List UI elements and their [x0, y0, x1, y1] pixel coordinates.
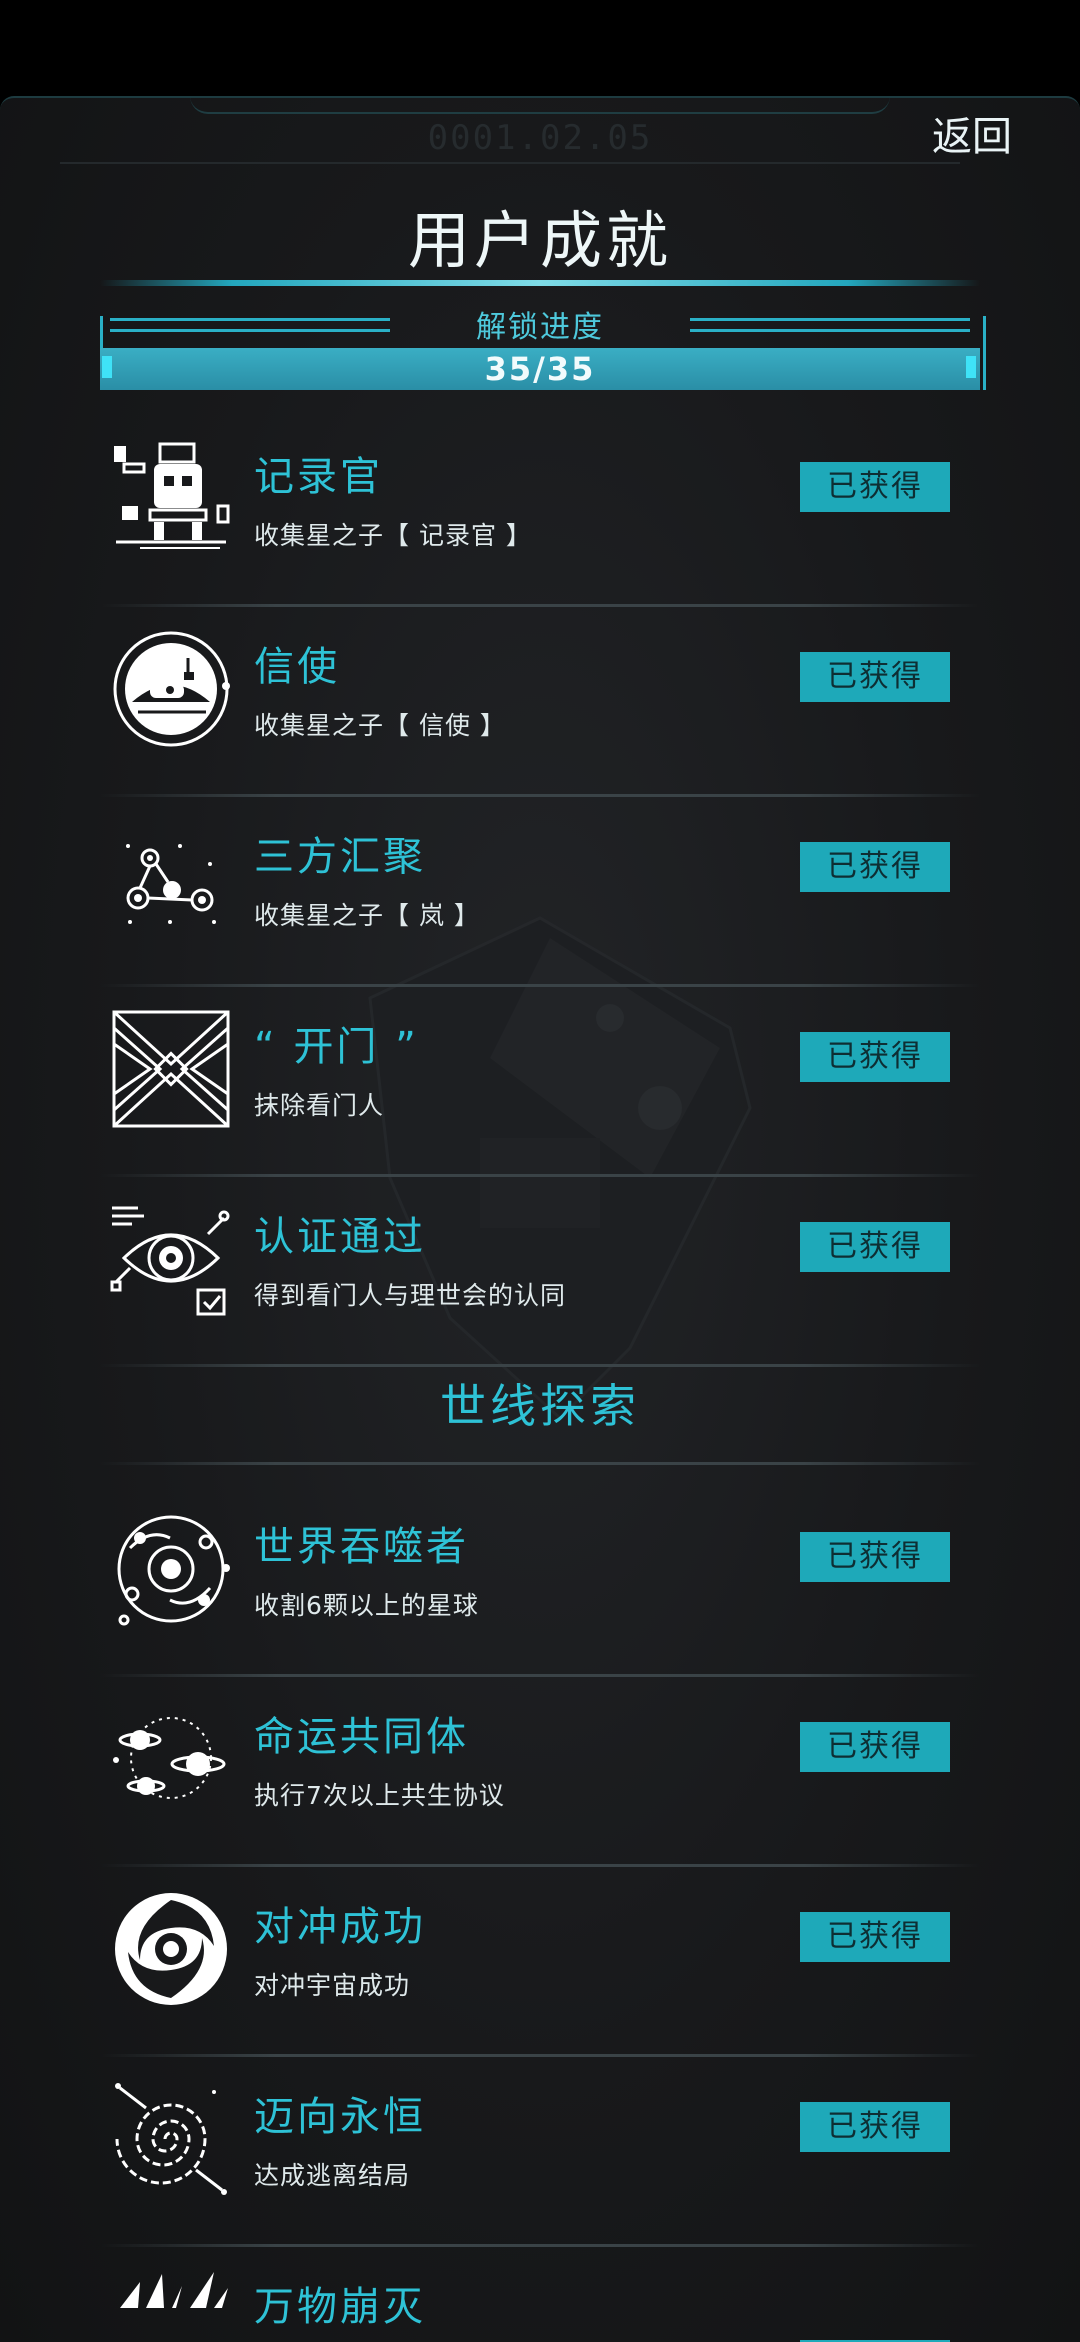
achievement-item: 三方汇聚 收集星之子【 岚 】 已获得 [100, 796, 980, 987]
achievement-item: 命运共同体 执行7次以上共生协议 已获得 [100, 1676, 980, 1867]
achievement-desc: 对冲宇宙成功 [254, 1971, 411, 2000]
progress-cap-right [966, 356, 976, 378]
progress-cap-left [102, 356, 112, 378]
status-badge: 已获得 [800, 1722, 950, 1772]
achievement-item: 万物崩灭 [100, 2246, 980, 2342]
achievement-name: 对冲成功 [254, 1904, 426, 1950]
section-divider [100, 1462, 980, 1465]
achievement-name: 记录官 [254, 454, 383, 500]
header-divider [60, 162, 960, 164]
achievement-name: 世界吞噬者 [254, 1524, 469, 1570]
door-icon [112, 1010, 230, 1128]
achievement-desc: 收集星之子【 信使 】 [254, 711, 506, 740]
achievement-name: 认证通过 [254, 1214, 426, 1260]
achievement-panel: 0001.02.05 返回 用户成就 解锁进度 35/35 记录官 收集星之子【… [0, 96, 1080, 2342]
achievement-desc: 收集星之子【 记录官 】 [254, 521, 532, 550]
achievement-desc: 得到看门人与理世会的认同 [254, 1281, 567, 1310]
progress-value: 35/35 [484, 350, 596, 388]
back-button[interactable]: 返回 [924, 112, 1020, 162]
achievement-item: “ 开门 ” 抹除看门人 已获得 [100, 986, 980, 1177]
divider [100, 1364, 980, 1367]
section-title: 世线探索 [440, 1379, 640, 1433]
progress-bar: 35/35 [100, 348, 980, 390]
status-bar [0, 0, 1080, 96]
messenger-ship-icon [113, 631, 230, 747]
title-rule [100, 280, 980, 286]
achievement-item: 信使 收集星之子【 信使 】 已获得 [100, 606, 980, 797]
progress-label: 解锁进度 [476, 310, 604, 345]
status-badge: 已获得 [800, 462, 950, 512]
achievement-item: 世界吞噬者 收割6颗以上的星球 已获得 [100, 1486, 980, 1677]
status-badge: 已获得 [800, 1912, 950, 1962]
constellation-icon [126, 844, 216, 924]
orbit-planets-icon [113, 1717, 226, 1799]
achievement-item: 对冲成功 对冲宇宙成功 已获得 [100, 1866, 980, 2057]
panel-notch [190, 98, 890, 114]
spiral-galaxy-icon [115, 2083, 227, 2195]
achievement-item: 记录官 收集星之子【 记录官 】 已获得 [100, 416, 980, 607]
status-badge: 已获得 [800, 652, 950, 702]
page-title: 用户成就 [407, 204, 672, 277]
achievement-name: 三方汇聚 [254, 834, 426, 880]
status-badge: 已获得 [800, 1222, 950, 1272]
status-badge: 已获得 [800, 1032, 950, 1082]
status-badge: 已获得 [800, 842, 950, 892]
achievement-item: 认证通过 得到看门人与理世会的认同 已获得 [100, 1176, 980, 1367]
achievement-item: 迈向永恒 达成逃离结局 已获得 [100, 2056, 980, 2247]
achievement-desc: 抹除看门人 [254, 1091, 385, 1120]
status-badge: 已获得 [800, 2102, 950, 2152]
status-badge: 已获得 [800, 1532, 950, 1582]
achievement-desc: 收割6颗以上的星球 [254, 1591, 479, 1620]
achievement-desc: 收集星之子【 岚 】 [254, 901, 480, 930]
achievement-name: 信使 [254, 644, 340, 690]
ghost-code: 0001.02.05 [427, 118, 653, 158]
shatter-icon [120, 2272, 228, 2308]
eye-check-icon [110, 1206, 230, 1316]
achievement-name: “ 开门 ” [254, 1024, 419, 1070]
achievement-desc: 执行7次以上共生协议 [254, 1781, 505, 1810]
achievement-name: 万物崩灭 [254, 2284, 426, 2330]
achievement-name: 命运共同体 [254, 1714, 469, 1760]
achievement-name: 迈向永恒 [254, 2094, 426, 2140]
world-devourer-icon [117, 1515, 230, 1626]
vortex-icon [115, 1893, 227, 2005]
achievement-desc: 达成逃离结局 [254, 2161, 411, 2190]
robot-icon [114, 442, 230, 549]
